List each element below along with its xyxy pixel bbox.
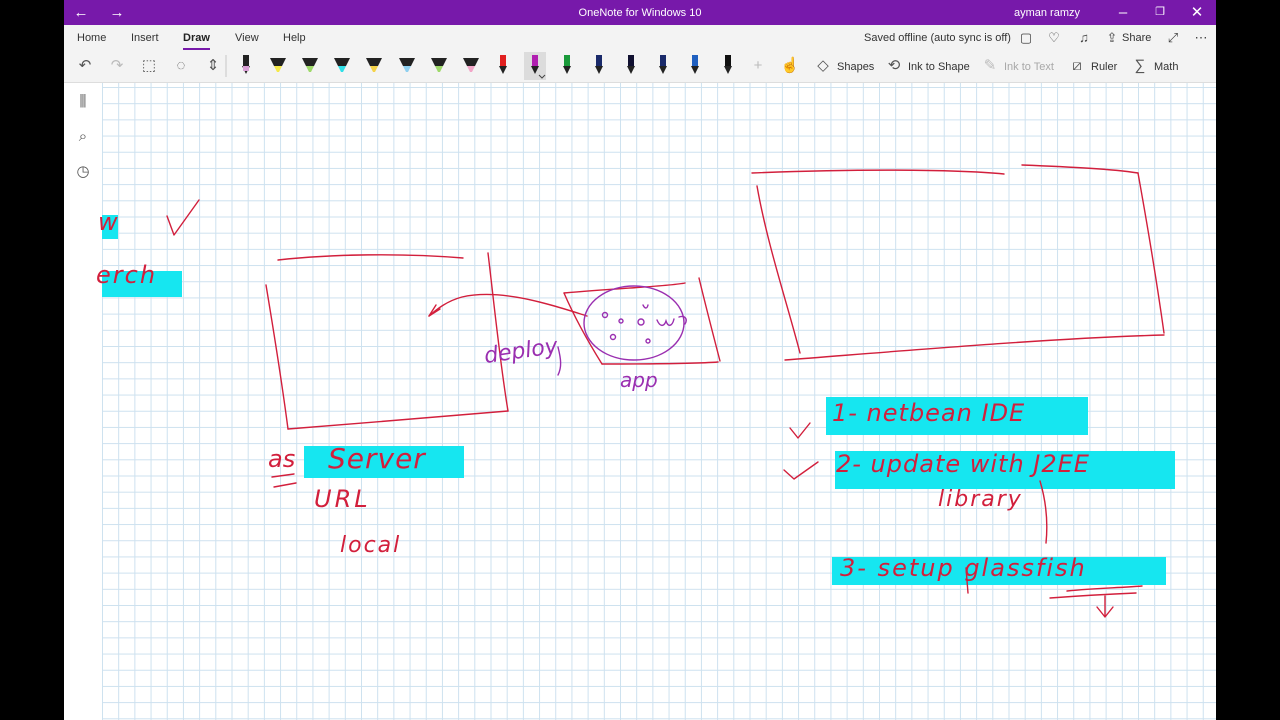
add-pen-icon[interactable]: + <box>748 56 768 76</box>
pen-10-icon[interactable] <box>524 52 546 80</box>
toolbar-divider <box>225 55 227 77</box>
note-step-3: 3- setup glassfish <box>840 554 1087 582</box>
draw-toolbar: ↶ ↷ ⬚ ◌ ⇕ + ☝ ◇ Shapes ⟲ Ink to Shape ✎ … <box>64 50 1216 83</box>
search-icon[interactable]: ⌕ <box>74 128 92 146</box>
pen-3-highlighter-icon[interactable] <box>299 52 321 80</box>
pen-12-icon[interactable] <box>588 52 610 80</box>
maximize-icon[interactable]: ❐ <box>1147 0 1173 25</box>
ribbon-tabs: Home Insert Draw View Help Saved offline… <box>64 25 1216 50</box>
touch-draw-icon[interactable]: ☝ <box>780 56 800 76</box>
minimize-icon[interactable]: – <box>1110 0 1136 25</box>
note-url: URL <box>314 485 371 513</box>
title-bar: ← → OneNote for Windows 10 ayman ramzy –… <box>64 0 1216 25</box>
redo-icon[interactable]: ↷ <box>107 56 127 76</box>
note-step-1: 1- netbean IDE <box>832 399 1026 427</box>
ink-to-text-button[interactable]: Ink to Text <box>1004 50 1054 83</box>
pen-6-highlighter-icon[interactable] <box>396 52 418 80</box>
lasso-select-icon[interactable]: ◌ <box>171 56 191 76</box>
ruler-button[interactable]: Ruler <box>1091 50 1117 83</box>
pen-2-highlighter-icon[interactable] <box>267 52 289 80</box>
ink-to-text-icon[interactable]: ✎ <box>980 56 1000 76</box>
note-local: local <box>340 533 402 558</box>
pen-8-highlighter-icon[interactable] <box>460 52 482 80</box>
ink-drawing <box>166 164 1165 618</box>
lightbulb-icon[interactable]: ♡ <box>1046 30 1062 46</box>
math-button[interactable]: Math <box>1154 50 1178 83</box>
user-name[interactable]: ayman ramzy <box>1014 0 1080 25</box>
ink-to-shape-button[interactable]: Ink to Shape <box>908 50 970 83</box>
recent-icon[interactable]: ◷ <box>74 163 92 181</box>
notification-bell-icon[interactable]: ♫ <box>1076 30 1092 46</box>
tab-draw[interactable]: Draw <box>183 25 210 50</box>
pen-11-icon[interactable] <box>556 52 578 80</box>
pen-7-highlighter-icon[interactable] <box>428 52 450 80</box>
left-nav: ⫼ ⌕ ◷ <box>64 83 102 720</box>
pen-15-icon[interactable] <box>684 52 706 80</box>
tab-insert[interactable]: Insert <box>131 25 159 50</box>
add-space-icon[interactable]: ⇕ <box>203 56 223 76</box>
pen-4-highlighter-icon[interactable] <box>331 52 353 80</box>
select-tool-icon[interactable]: ⬚ <box>139 56 159 76</box>
pen-1-icon[interactable] <box>235 52 257 80</box>
share-icon[interactable]: ⇪ <box>1104 30 1120 46</box>
page-canvas[interactable]: w erch deploy app as Server URL local 1-… <box>96 83 1216 720</box>
pen-16-icon[interactable] <box>717 52 739 80</box>
page-view-icon[interactable]: ▢ <box>1018 30 1034 46</box>
ruler-icon[interactable]: ⧄ <box>1067 56 1087 76</box>
pen-9-icon[interactable] <box>492 52 514 80</box>
pen-5-highlighter-icon[interactable] <box>363 52 385 80</box>
fullscreen-icon[interactable]: ⤢ <box>1165 30 1181 46</box>
note-app: app <box>620 368 658 392</box>
shapes-icon[interactable]: ◇ <box>813 56 833 76</box>
more-options-icon[interactable]: ⋯ <box>1193 30 1209 46</box>
tab-help[interactable]: Help <box>283 25 306 50</box>
shapes-button[interactable]: Shapes <box>837 50 874 83</box>
undo-icon[interactable]: ↶ <box>75 56 95 76</box>
share-button[interactable]: Share <box>1122 25 1151 50</box>
tab-home[interactable]: Home <box>77 25 106 50</box>
note-step-2: 2- update with J2EE <box>836 450 1090 478</box>
note-partial-1: w <box>98 208 118 236</box>
ink-to-shape-icon[interactable]: ⟲ <box>884 56 904 76</box>
onenote-window: ← → OneNote for Windows 10 ayman ramzy –… <box>64 0 1216 720</box>
note-library: library <box>938 487 1023 512</box>
sync-status: Saved offline (auto sync is off) <box>864 32 1011 44</box>
note-partial-2: erch <box>96 261 158 289</box>
note-as: as <box>268 445 296 473</box>
math-icon[interactable]: ∑ <box>1130 56 1150 76</box>
pen-13-icon[interactable] <box>620 52 642 80</box>
note-server: Server <box>328 442 426 475</box>
pen-14-icon[interactable] <box>652 52 674 80</box>
close-icon[interactable]: ✕ <box>1184 0 1210 25</box>
notebooks-icon[interactable]: ⫼ <box>74 93 92 111</box>
tab-view[interactable]: View <box>235 25 259 50</box>
